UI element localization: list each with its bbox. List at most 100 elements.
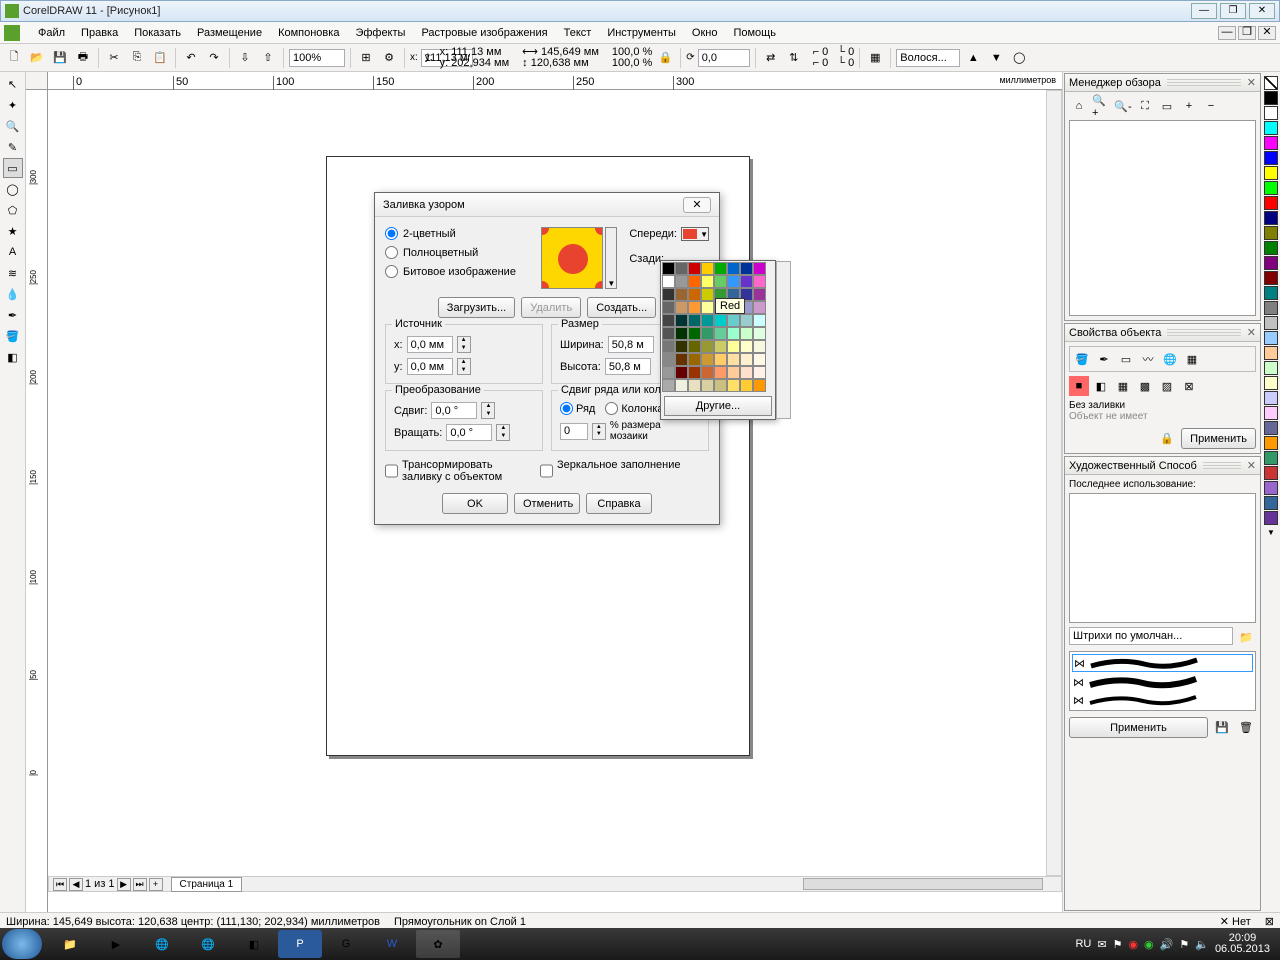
- tab-fill-icon[interactable]: 🪣: [1072, 349, 1092, 369]
- color-swatch[interactable]: [701, 379, 714, 392]
- prop-rotation[interactable]: [698, 49, 750, 67]
- color-swatch[interactable]: [675, 262, 688, 275]
- menu-window[interactable]: Окно: [684, 25, 726, 41]
- tab-outline-icon[interactable]: ✒: [1094, 349, 1114, 369]
- page-last-button[interactable]: ⏭: [133, 878, 147, 891]
- color-swatch[interactable]: [675, 314, 688, 327]
- tab-curve-icon[interactable]: 〰: [1138, 349, 1158, 369]
- palette-swatch[interactable]: [1264, 256, 1278, 270]
- tray-icon[interactable]: ✉: [1097, 938, 1106, 951]
- menu-layout[interactable]: Размещение: [189, 25, 270, 41]
- menu-text[interactable]: Текст: [556, 25, 600, 41]
- lock-icon[interactable]: 🔒: [1157, 428, 1177, 448]
- color-swatch[interactable]: [675, 340, 688, 353]
- freehand-tool-icon[interactable]: ✎: [3, 137, 23, 157]
- color-swatch[interactable]: [701, 314, 714, 327]
- color-swatch[interactable]: [714, 327, 727, 340]
- color-swatch[interactable]: [662, 379, 675, 392]
- skew-input[interactable]: [431, 402, 477, 419]
- page-next-button[interactable]: ▶: [117, 878, 131, 891]
- menu-file[interactable]: Файл: [30, 25, 73, 41]
- color-swatch[interactable]: [701, 288, 714, 301]
- color-swatch[interactable]: [662, 275, 675, 288]
- tray-icon[interactable]: 🔈: [1195, 938, 1209, 951]
- help-button[interactable]: Справка: [586, 493, 652, 514]
- scrollbar-horizontal[interactable]: [803, 878, 1043, 890]
- color-swatch[interactable]: [662, 301, 675, 314]
- palette-swatch[interactable]: [1264, 376, 1278, 390]
- color-swatch[interactable]: [727, 314, 740, 327]
- panel-close-icon[interactable]: ✕: [1247, 76, 1256, 89]
- palette-swatch[interactable]: [1264, 361, 1278, 375]
- color-swatch[interactable]: [740, 379, 753, 392]
- size-h-input[interactable]: [605, 358, 651, 375]
- radio-row[interactable]: Ряд: [560, 402, 595, 415]
- fill-texture-icon[interactable]: ▩: [1135, 376, 1155, 396]
- strokes-combo[interactable]: [1069, 627, 1233, 645]
- color-swatch[interactable]: [688, 288, 701, 301]
- maximize-button[interactable]: ❐: [1220, 3, 1246, 19]
- nav-fit-icon[interactable]: ⛶: [1135, 96, 1155, 116]
- outline-tool-icon[interactable]: ✒: [3, 305, 23, 325]
- color-swatch[interactable]: [688, 340, 701, 353]
- fill-pattern-icon[interactable]: ▦: [1113, 376, 1133, 396]
- eyedropper-tool-icon[interactable]: 💧: [3, 284, 23, 304]
- stroke-item[interactable]: ⋈: [1072, 674, 1253, 690]
- color-swatch[interactable]: [740, 327, 753, 340]
- palette-swatch[interactable]: [1264, 436, 1278, 450]
- mdi-minimize[interactable]: —: [1218, 26, 1236, 40]
- checkbox-transform-fill[interactable]: Трансормировать заливку с объектом: [385, 459, 522, 483]
- palette-swatch[interactable]: [1264, 241, 1278, 255]
- tab-web-icon[interactable]: 🌐: [1160, 349, 1180, 369]
- color-swatch[interactable]: [740, 275, 753, 288]
- color-swatch[interactable]: [753, 314, 766, 327]
- nav-plus-icon[interactable]: +: [1179, 96, 1199, 116]
- text-tool-icon[interactable]: A: [3, 242, 23, 262]
- palette-swatch[interactable]: [1264, 226, 1278, 240]
- nav-home-icon[interactable]: ⌂: [1069, 96, 1089, 116]
- color-swatch[interactable]: [675, 353, 688, 366]
- color-swatch[interactable]: [688, 275, 701, 288]
- zoom-combo[interactable]: [289, 49, 345, 67]
- nav-page-icon[interactable]: ▭: [1157, 96, 1177, 116]
- color-swatch[interactable]: [727, 366, 740, 379]
- color-swatch[interactable]: [688, 353, 701, 366]
- tray-icon[interactable]: 🔊: [1160, 938, 1174, 951]
- palette-swatch[interactable]: [1264, 451, 1278, 465]
- menu-view[interactable]: Показать: [126, 25, 189, 41]
- offset-pct-input[interactable]: [560, 423, 588, 440]
- color-swatch[interactable]: [714, 379, 727, 392]
- panel-close-icon[interactable]: ✕: [1247, 459, 1256, 472]
- color-swatch[interactable]: [675, 379, 688, 392]
- color-swatch[interactable]: [675, 301, 688, 314]
- mirror-h-icon[interactable]: ⇄: [761, 48, 781, 68]
- color-swatch[interactable]: [701, 262, 714, 275]
- create-button[interactable]: Создать...: [587, 297, 656, 318]
- taskbar-app-icon[interactable]: ◧: [232, 930, 276, 958]
- taskbar-corel-icon[interactable]: ✿: [416, 930, 460, 958]
- color-swatch[interactable]: [675, 288, 688, 301]
- color-swatch[interactable]: [714, 340, 727, 353]
- taskbar-p-icon[interactable]: P: [278, 930, 322, 958]
- color-swatch[interactable]: [688, 379, 701, 392]
- open-icon[interactable]: 📂: [27, 48, 47, 68]
- color-swatch[interactable]: [675, 366, 688, 379]
- color-swatch[interactable]: [740, 366, 753, 379]
- scrollbar-vertical[interactable]: [1046, 90, 1062, 876]
- spinner[interactable]: ▲▼: [496, 424, 510, 441]
- tray-icon[interactable]: ⚑: [1113, 938, 1123, 951]
- menu-tools[interactable]: Инструменты: [599, 25, 684, 41]
- palette-scroll-down[interactable]: ▼: [1267, 528, 1275, 537]
- color-swatch[interactable]: [714, 314, 727, 327]
- fill-uniform-icon[interactable]: ■: [1069, 376, 1089, 396]
- colorpicker-scrollbar[interactable]: [776, 261, 791, 419]
- menu-arrange[interactable]: Компоновка: [270, 25, 347, 41]
- palette-swatch[interactable]: [1264, 331, 1278, 345]
- spinner[interactable]: ▲▼: [592, 423, 606, 440]
- color-swatch[interactable]: [727, 262, 740, 275]
- cut-icon[interactable]: ✂: [104, 48, 124, 68]
- spinner[interactable]: ▲▼: [457, 358, 471, 375]
- pick-tool-icon[interactable]: ↖: [3, 74, 23, 94]
- color-swatch[interactable]: [753, 327, 766, 340]
- taskbar-media-icon[interactable]: ▶: [94, 930, 138, 958]
